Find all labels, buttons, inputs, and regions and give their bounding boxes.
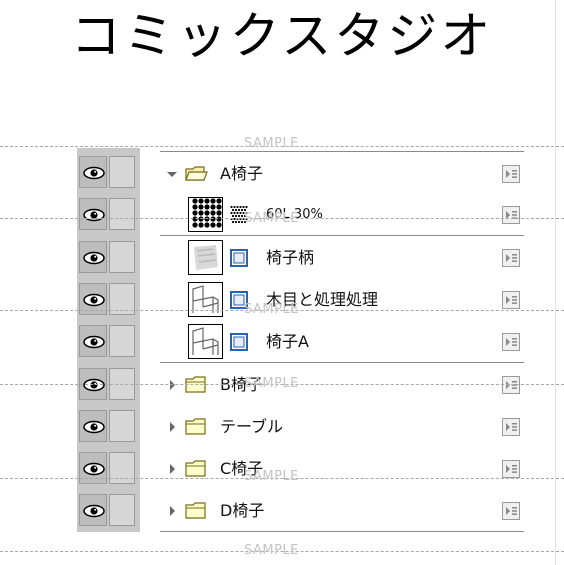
visibility-toggle[interactable]	[79, 241, 107, 273]
layer-row-body[interactable]: 椅子A	[160, 320, 524, 363]
right-divider	[555, 0, 556, 565]
layer-name: 椅子A	[266, 332, 309, 351]
folder-row[interactable]: C椅子	[77, 447, 524, 490]
lock-toggle[interactable]	[109, 156, 135, 188]
layer-menu-icon[interactable]	[502, 249, 520, 267]
layer-menu-icon[interactable]	[502, 418, 520, 436]
watermark-text: SAMPLE	[244, 376, 299, 391]
page-title: コミックスタジオ	[70, 7, 494, 65]
layer-row-body[interactable]: テーブル	[160, 405, 524, 448]
lock-toggle[interactable]	[109, 410, 135, 442]
layer-thumbnail	[188, 282, 223, 317]
folder-icon	[184, 163, 208, 183]
expand-triangle-icon[interactable]	[166, 461, 178, 475]
folder-row[interactable]: テーブル	[77, 405, 524, 448]
layer-menu-icon[interactable]	[502, 291, 520, 309]
layer-row[interactable]: 椅子A	[77, 320, 524, 363]
layer-thumbnail	[188, 324, 223, 359]
layer-thumbnail	[188, 197, 223, 232]
layer-row[interactable]: 60L 30%	[77, 193, 524, 236]
visibility-toggle[interactable]	[79, 198, 107, 230]
watermark-text: SAMPLE	[244, 302, 299, 317]
expand-triangle-icon[interactable]	[166, 419, 178, 433]
lock-toggle[interactable]	[109, 494, 135, 526]
layer-menu-icon[interactable]	[502, 165, 520, 183]
expand-triangle-icon[interactable]	[166, 503, 178, 517]
layer-row-body[interactable]: 椅子柄	[160, 236, 524, 279]
folder-icon	[184, 500, 208, 520]
watermark-text: SAMPLE	[244, 543, 299, 558]
layer-row-body[interactable]: A椅子	[160, 151, 524, 194]
layer-row-body[interactable]: D椅子	[160, 489, 524, 532]
watermark-text: SAMPLE	[244, 211, 299, 226]
visibility-toggle[interactable]	[79, 494, 107, 526]
layer-name: テーブル	[220, 417, 284, 436]
layer-menu-icon[interactable]	[502, 376, 520, 394]
visibility-toggle[interactable]	[79, 410, 107, 442]
visibility-toggle[interactable]	[79, 452, 107, 484]
visibility-toggle[interactable]	[79, 156, 107, 188]
lock-toggle[interactable]	[109, 198, 135, 230]
folder-row[interactable]: D椅子	[77, 489, 524, 532]
layer-row[interactable]: 木目と処理処理	[77, 278, 524, 321]
layer-row-body[interactable]: 木目と処理処理	[160, 278, 524, 321]
folder-icon	[184, 416, 208, 436]
collapse-triangle-icon[interactable]	[166, 166, 178, 180]
layer-menu-icon[interactable]	[502, 460, 520, 478]
folder-row[interactable]: A椅子	[77, 151, 524, 194]
lock-toggle[interactable]	[109, 325, 135, 357]
folder-icon	[184, 458, 208, 478]
watermark-text: SAMPLE	[244, 469, 299, 484]
layer-menu-icon[interactable]	[502, 206, 520, 224]
layer-menu-icon[interactable]	[502, 333, 520, 351]
layer-name: D椅子	[220, 501, 265, 520]
layer-icon	[230, 249, 248, 267]
layer-row-body[interactable]: C椅子	[160, 447, 524, 490]
lock-toggle[interactable]	[109, 452, 135, 484]
layer-menu-icon[interactable]	[502, 502, 520, 520]
layer-thumbnail	[188, 240, 223, 275]
layer-row-body[interactable]: 60L 30%	[160, 193, 524, 236]
layer-name: A椅子	[220, 164, 263, 183]
lock-toggle[interactable]	[109, 241, 135, 273]
layer-name: 椅子柄	[266, 248, 315, 267]
visibility-toggle[interactable]	[79, 325, 107, 357]
layer-icon	[230, 333, 248, 351]
watermark-text: SAMPLE	[244, 136, 299, 151]
layer-row[interactable]: 椅子柄	[77, 236, 524, 279]
